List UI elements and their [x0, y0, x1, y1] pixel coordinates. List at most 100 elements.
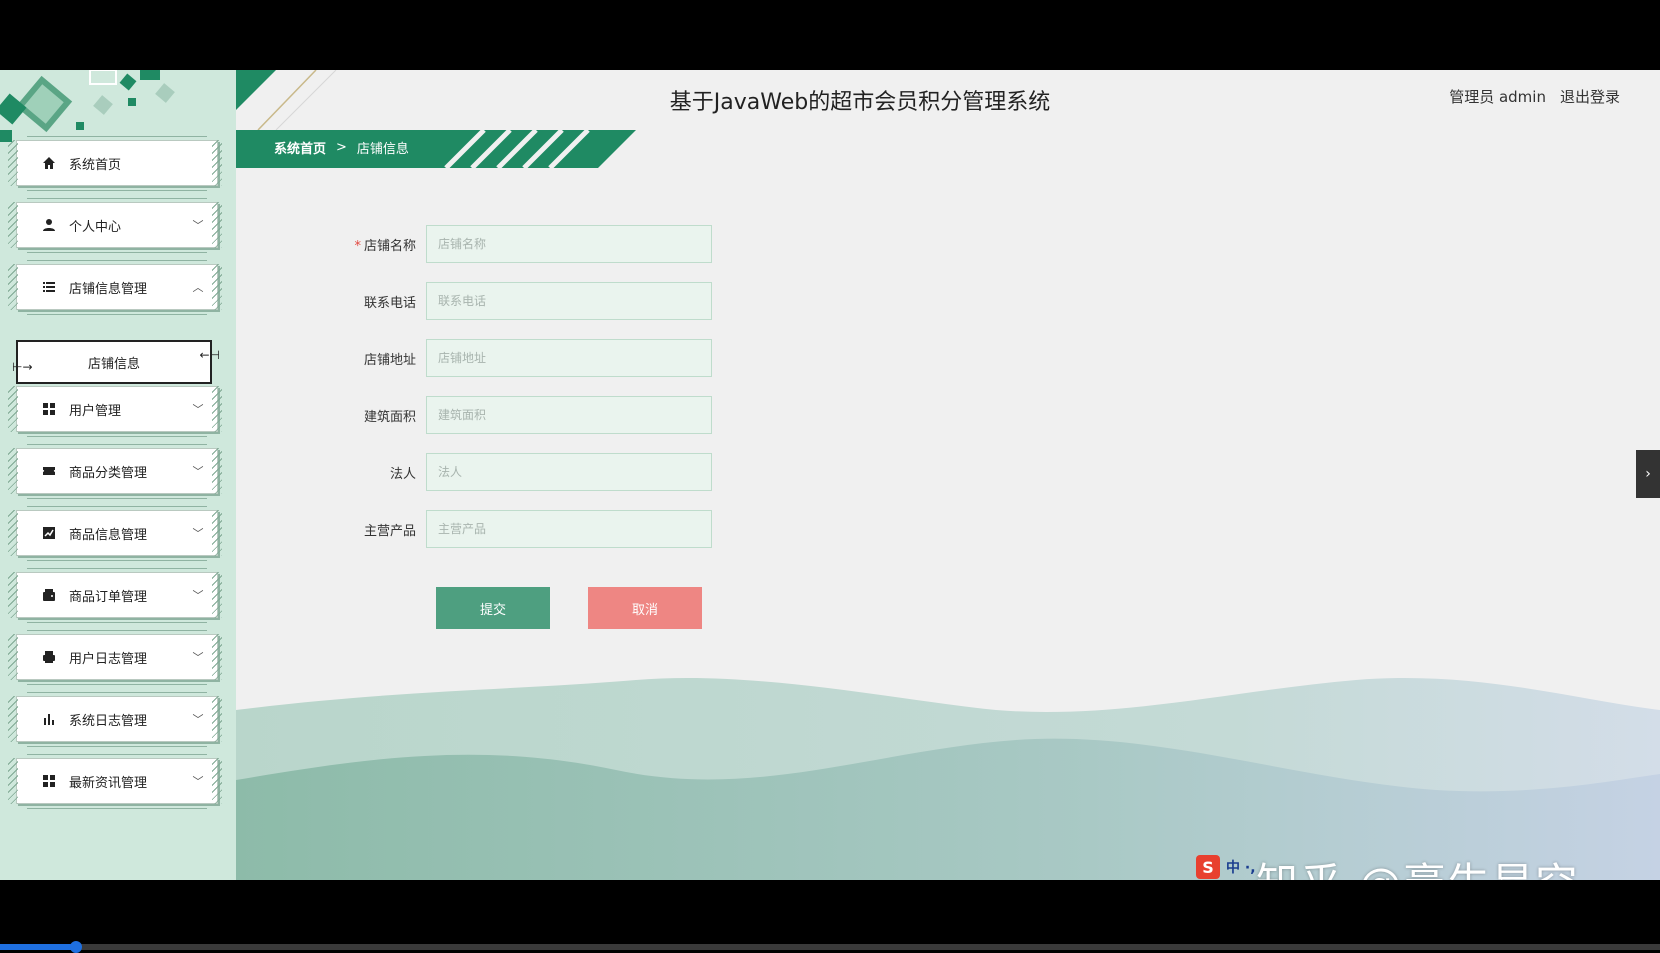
submenu-label: 店铺信息 — [87, 356, 140, 372]
video-progress-fill — [0, 944, 77, 950]
video-bottom-letterbox — [0, 880, 1660, 950]
form-row-main-products: 主营产品 — [340, 510, 712, 548]
field-label-text: 联系电话 — [363, 295, 416, 311]
sidebar: 系统首页 个人中心 ﹀ 店铺信息管理 ︿ 用户管理 ﹀ 商品分类管理 ﹀ 商品信息管理 ﹀ 商品订单管… — [0, 70, 236, 880]
sidebar-item-user-mgmt[interactable]: 用户管理 ﹀ — [16, 382, 218, 437]
arrow-left-icon: ←⊣ — [199, 348, 220, 362]
menu-hatch-decoration — [212, 264, 222, 310]
sidebar-item-label: 个人中心 — [69, 219, 122, 235]
sidebar-item-system-log-mgmt[interactable]: 系统日志管理 ﹀ — [16, 692, 218, 747]
field-label: 法人 — [340, 463, 426, 482]
ticket-icon — [41, 463, 57, 479]
video-progress-knob[interactable] — [70, 941, 83, 953]
menu-hatch-decoration — [8, 202, 18, 248]
field-label-text: 法人 — [389, 466, 416, 482]
user-area: 管理员 admin 退出登录 — [1449, 86, 1620, 107]
breadcrumb-current: 店铺信息 — [356, 142, 409, 157]
field-label: 主营产品 — [340, 520, 426, 539]
menu-hatch-decoration — [212, 448, 222, 494]
ime-mode-text: 中 ·, — [1226, 860, 1256, 876]
sidebar-item-label: 商品分类管理 — [69, 465, 148, 481]
field-label: 联系电话 — [340, 292, 426, 311]
field-label: 店铺地址 — [340, 349, 426, 368]
menu-hatch-decoration — [212, 510, 222, 556]
chevron-icon: ﹀ — [192, 651, 204, 664]
menu-hatch-decoration — [212, 140, 222, 186]
main-products-input[interactable] — [426, 510, 712, 548]
chevron-icon: ﹀ — [192, 403, 204, 416]
arrow-right-icon: ⊢→ — [12, 360, 33, 374]
sidebar-item-user-log-mgmt[interactable]: 用户日志管理 ﹀ — [16, 630, 218, 685]
sidebar-item-news-mgmt[interactable]: 最新资讯管理 ﹀ — [16, 754, 218, 809]
shop-name-input[interactable] — [426, 225, 712, 263]
sidebar-item-home[interactable]: 系统首页 — [16, 136, 218, 191]
menu-hatch-decoration — [212, 572, 222, 618]
menu-hatch-decoration — [8, 386, 18, 432]
required-mark: * — [354, 238, 361, 254]
menu-hatch-decoration — [212, 696, 222, 742]
field-label-text: 主营产品 — [363, 523, 416, 539]
sidebar-item-label: 用户管理 — [69, 403, 122, 419]
phone-input[interactable] — [426, 282, 712, 320]
user-icon — [41, 217, 57, 233]
floor-area-input[interactable] — [426, 396, 712, 434]
chevron-icon: ︿ — [192, 281, 204, 294]
video-progress-bar[interactable] — [0, 941, 1660, 953]
grid-icon — [41, 401, 57, 417]
legal-person-input[interactable] — [426, 453, 712, 491]
form-row-address: 店铺地址 — [340, 339, 712, 377]
printer-icon — [41, 649, 57, 665]
menu-hatch-decoration — [8, 140, 18, 186]
logout-link[interactable]: 退出登录 — [1560, 86, 1620, 107]
form-row-floor-area: 建筑面积 — [340, 396, 712, 434]
sidebar-item-label: 用户日志管理 — [69, 651, 148, 667]
sidebar-item-category-mgmt[interactable]: 商品分类管理 ﹀ — [16, 444, 218, 499]
ime-logo-icon: S — [1196, 855, 1220, 879]
menu-hatch-decoration — [8, 510, 18, 556]
video-top-letterbox — [0, 0, 1660, 70]
sidebar-item-profile[interactable]: 个人中心 ﹀ — [16, 198, 218, 253]
chart-icon — [41, 525, 57, 541]
menu-hatch-decoration — [8, 696, 18, 742]
user-label: 管理员 admin — [1449, 88, 1546, 106]
field-label-text: 店铺地址 — [363, 352, 416, 368]
form-row-shop-name: * 店铺名称 — [340, 225, 712, 263]
menu-hatch-decoration — [212, 202, 222, 248]
menu-hatch-decoration — [8, 264, 18, 310]
sidebar-item-order-mgmt[interactable]: 商品订单管理 ﹀ — [16, 568, 218, 623]
address-input[interactable] — [426, 339, 712, 377]
chevron-icon: ﹀ — [192, 713, 204, 726]
header-decoration — [236, 70, 337, 130]
chevron-icon: ﹀ — [192, 465, 204, 478]
menu-hatch-decoration — [212, 758, 222, 804]
watermark: 知乎 @豪生星空 — [1256, 850, 1579, 880]
submit-button[interactable]: 提交 — [436, 587, 550, 629]
sidebar-item-product-mgmt[interactable]: 商品信息管理 ﹀ — [16, 506, 218, 561]
menu-hatch-decoration — [212, 634, 222, 680]
background-waves — [236, 677, 1660, 880]
app-window: 系统首页 个人中心 ﹀ 店铺信息管理 ︿ 用户管理 ﹀ 商品分类管理 ﹀ 商品信息管理 ﹀ 商品订单管… — [0, 70, 1660, 880]
cancel-button[interactable]: 取消 — [588, 587, 702, 629]
breadcrumb-separator: > — [336, 140, 347, 155]
home-icon — [41, 155, 57, 171]
chevron-icon: ﹀ — [192, 219, 204, 232]
menu-hatch-decoration — [8, 572, 18, 618]
bar-chart-icon — [41, 711, 57, 727]
page-title: 基于JavaWeb的超市会员积分管理系统 — [669, 90, 1051, 115]
form-row-phone: 联系电话 — [340, 282, 712, 320]
chevron-icon: ﹀ — [192, 527, 204, 540]
chevron-icon: ﹀ — [192, 775, 204, 788]
sidebar-item-label: 商品信息管理 — [69, 527, 148, 543]
sidebar-item-label: 系统日志管理 — [69, 713, 148, 729]
sidebar-item-label: 最新资讯管理 — [69, 775, 148, 791]
submenu-item-shop-info[interactable]: ⊢→ 店铺信息 ←⊣ — [12, 340, 220, 384]
menu-hatch-decoration — [8, 634, 18, 680]
side-panel-toggle[interactable]: › — [1636, 450, 1660, 498]
chevron-right-icon: › — [1645, 466, 1651, 482]
breadcrumb-home[interactable]: 系统首页 — [274, 138, 326, 157]
sidebar-item-shop-info-mgmt[interactable]: 店铺信息管理 ︿ — [16, 260, 218, 315]
form-row-legal-person: 法人 — [340, 453, 712, 491]
field-label: * 店铺名称 — [340, 235, 426, 254]
chevron-icon: ﹀ — [192, 589, 204, 602]
grid-icon — [41, 773, 57, 789]
